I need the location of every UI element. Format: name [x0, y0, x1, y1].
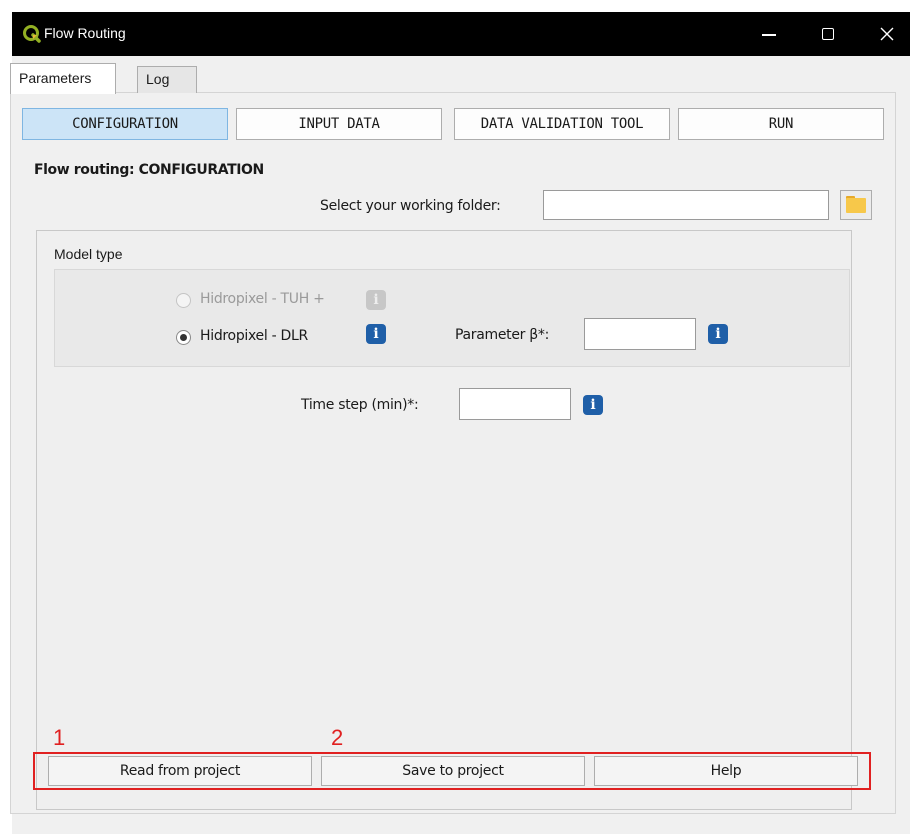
title-bar: Flow Routing [12, 12, 910, 56]
radio-dlr[interactable] [176, 330, 191, 345]
browse-folder-button[interactable] [840, 190, 872, 220]
info-icon[interactable]: i [708, 324, 728, 344]
close-icon [880, 27, 894, 41]
input-data-button[interactable]: INPUT DATA [236, 108, 442, 140]
section-title: Flow routing: CONFIGURATION [34, 162, 264, 178]
annotation-number-2: 2 [331, 725, 344, 750]
run-button[interactable]: RUN [678, 108, 884, 140]
maximize-icon [822, 28, 834, 40]
parameter-beta-label: Parameter β*: [455, 327, 550, 343]
qgis-icon [23, 25, 41, 43]
annotation-number-1: 1 [53, 725, 66, 750]
info-icon[interactable]: i [366, 290, 386, 310]
radio-tuh-label: Hidropixel - TUH + [200, 291, 325, 307]
save-to-project-button[interactable]: Save to project [321, 756, 585, 786]
info-icon[interactable]: i [583, 395, 603, 415]
radio-selected-dot [180, 334, 187, 341]
time-step-input[interactable] [459, 388, 571, 420]
model-type-box [54, 269, 850, 367]
window-title: Flow Routing [44, 25, 126, 41]
close-button[interactable] [864, 12, 910, 56]
radio-dlr-label: Hidropixel - DLR [200, 328, 308, 344]
tab-log[interactable]: Log [137, 66, 197, 93]
working-folder-input[interactable] [543, 190, 829, 220]
radio-tuh[interactable] [176, 293, 191, 308]
read-from-project-button[interactable]: Read from project [48, 756, 312, 786]
configuration-button[interactable]: CONFIGURATION [22, 108, 228, 140]
time-step-label: Time step (min)*: [301, 397, 419, 413]
tab-parameters[interactable]: Parameters [10, 63, 116, 94]
folder-icon [846, 198, 866, 213]
minimize-icon [762, 34, 776, 36]
data-validation-tool-button[interactable]: DATA VALIDATION TOOL [454, 108, 670, 140]
model-type-label: Model type [54, 246, 123, 262]
minimize-button[interactable] [746, 12, 792, 56]
working-folder-label: Select your working folder: [320, 198, 501, 214]
help-button[interactable]: Help [594, 756, 858, 786]
parameter-beta-input[interactable] [584, 318, 696, 350]
info-icon[interactable]: i [366, 324, 386, 344]
maximize-button[interactable] [806, 12, 852, 56]
